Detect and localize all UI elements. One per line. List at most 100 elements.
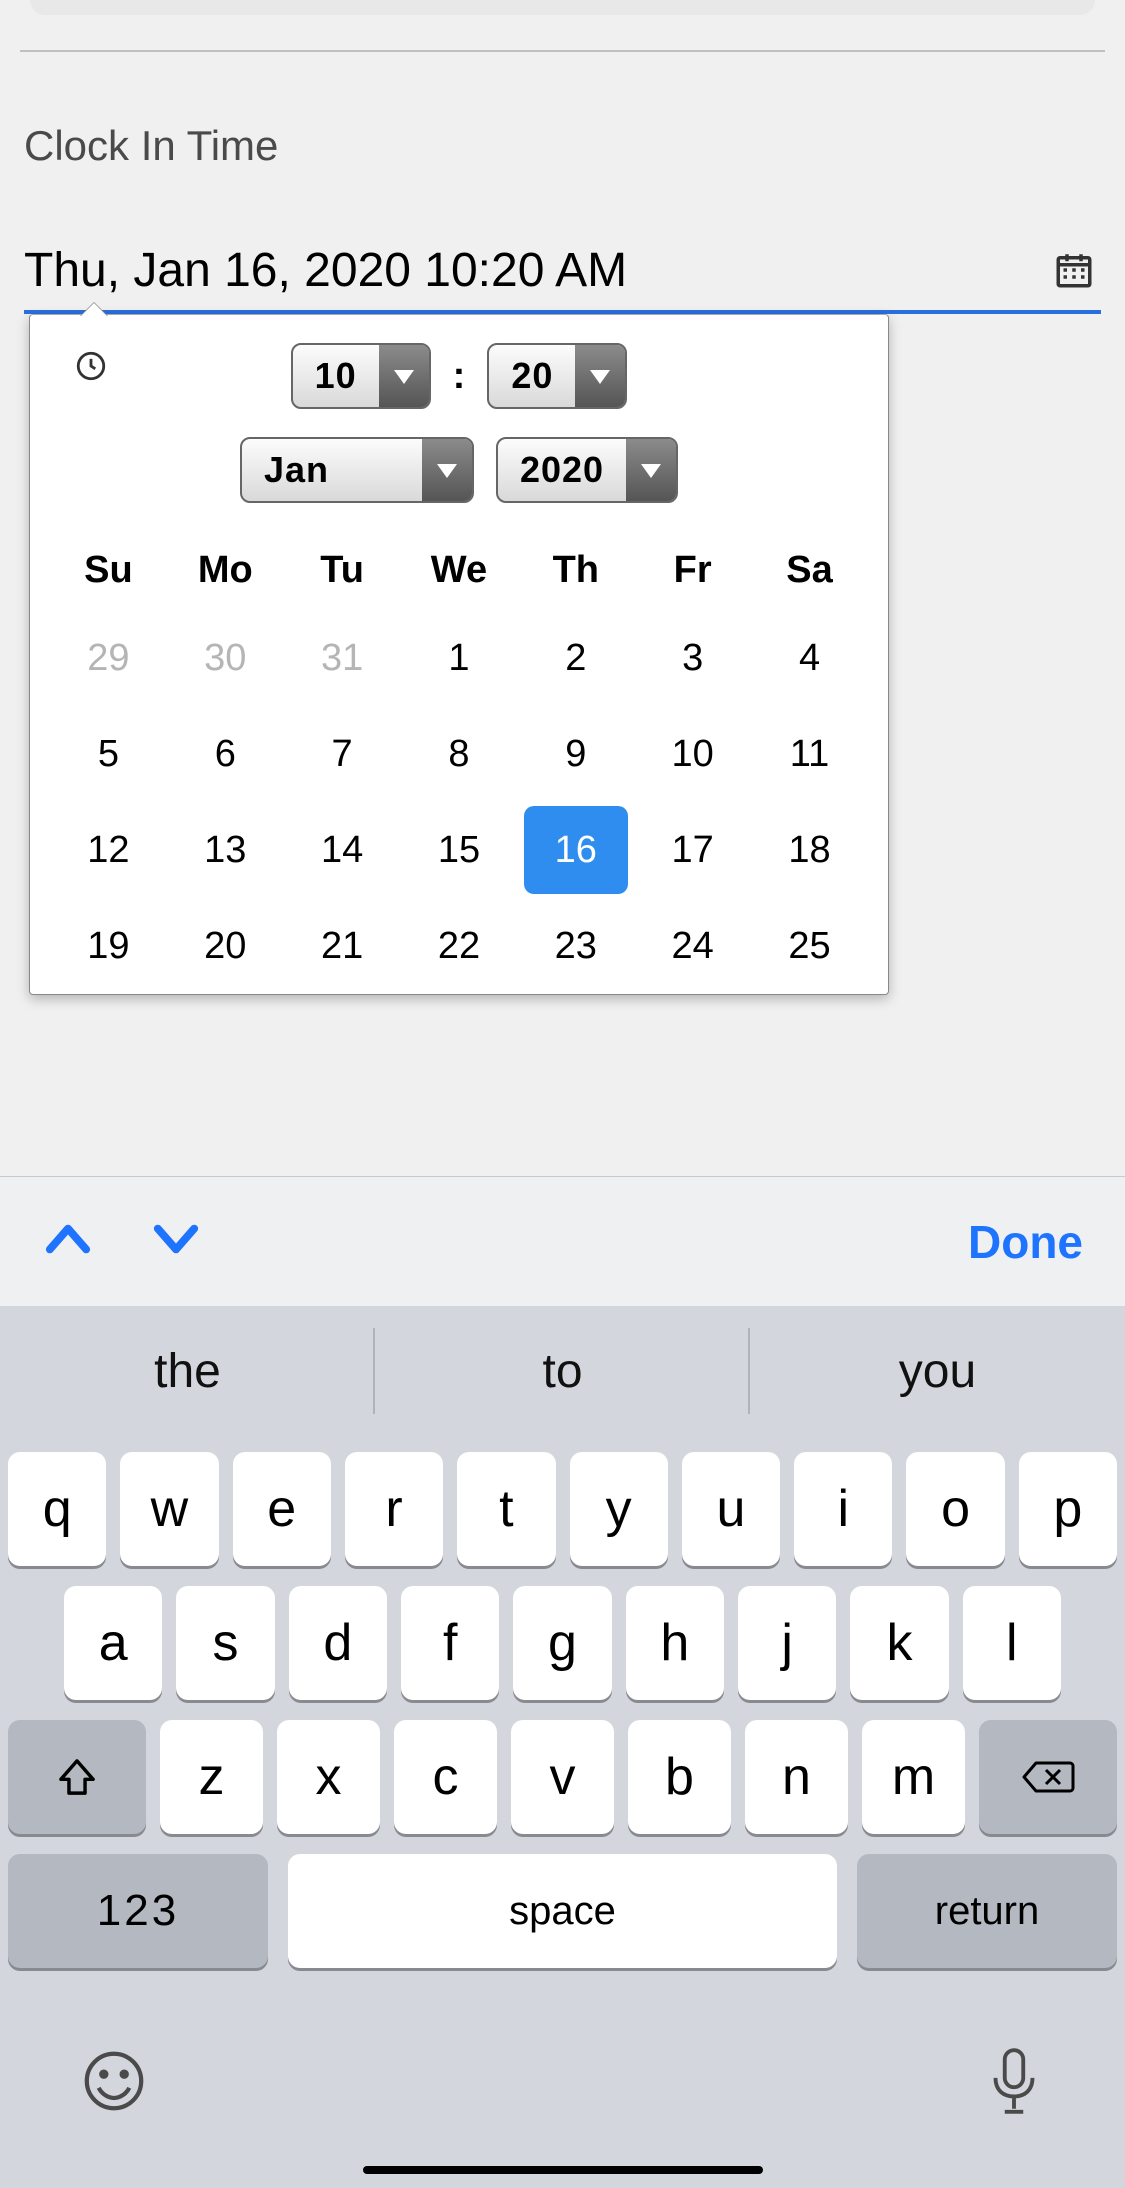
- time-colon: :: [453, 355, 466, 398]
- calendar-day[interactable]: 5: [50, 706, 167, 802]
- chevron-down-icon: [422, 439, 472, 501]
- hour-select[interactable]: 10: [291, 343, 431, 409]
- key-r[interactable]: r: [345, 1452, 443, 1566]
- key-a[interactable]: a: [64, 1586, 162, 1700]
- key-c[interactable]: c: [394, 1720, 497, 1834]
- clock-in-input[interactable]: [24, 230, 1053, 310]
- key-f[interactable]: f: [401, 1586, 499, 1700]
- top-card-stub: [30, 0, 1095, 15]
- month-select[interactable]: Jan: [240, 437, 474, 503]
- calendar-day[interactable]: 24: [634, 898, 751, 994]
- clock-in-field[interactable]: [24, 230, 1101, 314]
- key-n[interactable]: n: [745, 1720, 848, 1834]
- suggestion[interactable]: you: [750, 1306, 1125, 1436]
- next-field-button[interactable]: [150, 1213, 202, 1270]
- calendar-day[interactable]: 8: [401, 706, 518, 802]
- calendar-day[interactable]: 6: [167, 706, 284, 802]
- key-u[interactable]: u: [682, 1452, 780, 1566]
- weekday-header: We: [401, 531, 518, 610]
- suggestion[interactable]: the: [0, 1306, 375, 1436]
- keyboard-accessory: Done: [0, 1176, 1125, 1306]
- calendar-day[interactable]: 2: [517, 610, 634, 706]
- field-label: Clock In Time: [24, 122, 1101, 170]
- year-value: 2020: [498, 439, 626, 501]
- keyboard: qwertyuiop asdfghjkl zxcvbnm 123 space r…: [0, 1436, 1125, 2188]
- suggestion-bar: thetoyou: [0, 1306, 1125, 1436]
- key-p[interactable]: p: [1019, 1452, 1117, 1566]
- calendar-day[interactable]: 4: [751, 610, 868, 706]
- calendar-day[interactable]: 17: [634, 802, 751, 898]
- calendar-icon[interactable]: [1053, 249, 1095, 291]
- key-d[interactable]: d: [289, 1586, 387, 1700]
- key-v[interactable]: v: [511, 1720, 614, 1834]
- divider: [20, 50, 1105, 52]
- minute-select[interactable]: 20: [487, 343, 627, 409]
- key-o[interactable]: o: [906, 1452, 1004, 1566]
- chevron-down-icon: [575, 345, 625, 407]
- weekday-header: Sa: [751, 531, 868, 610]
- done-button[interactable]: Done: [968, 1215, 1083, 1269]
- dictation-key[interactable]: [983, 2044, 1045, 2123]
- calendar-day[interactable]: 16: [517, 802, 634, 898]
- year-select[interactable]: 2020: [496, 437, 678, 503]
- clock-icon: [74, 349, 108, 392]
- weekday-header: Tu: [284, 531, 401, 610]
- key-h[interactable]: h: [626, 1586, 724, 1700]
- key-q[interactable]: q: [8, 1452, 106, 1566]
- key-m[interactable]: m: [862, 1720, 965, 1834]
- calendar-day[interactable]: 1: [401, 610, 518, 706]
- month-value: Jan: [242, 439, 422, 501]
- calendar-day[interactable]: 30: [167, 610, 284, 706]
- calendar-day[interactable]: 3: [634, 610, 751, 706]
- weekday-header: Su: [50, 531, 167, 610]
- calendar-day[interactable]: 20: [167, 898, 284, 994]
- calendar-day[interactable]: 22: [401, 898, 518, 994]
- calendar-day[interactable]: 14: [284, 802, 401, 898]
- key-j[interactable]: j: [738, 1586, 836, 1700]
- key-w[interactable]: w: [120, 1452, 218, 1566]
- datetime-picker: 10 : 20 Jan 2020 SuMoTuWeThFrSa 29303112…: [29, 314, 889, 995]
- home-indicator[interactable]: [363, 2166, 763, 2174]
- key-e[interactable]: e: [233, 1452, 331, 1566]
- key-k[interactable]: k: [850, 1586, 948, 1700]
- calendar-day[interactable]: 15: [401, 802, 518, 898]
- weekday-header: Th: [517, 531, 634, 610]
- calendar-day[interactable]: 23: [517, 898, 634, 994]
- space-key[interactable]: space: [288, 1854, 837, 1968]
- prev-field-button[interactable]: [42, 1213, 94, 1270]
- key-l[interactable]: l: [963, 1586, 1061, 1700]
- calendar-day[interactable]: 31: [284, 610, 401, 706]
- numbers-key[interactable]: 123: [8, 1854, 268, 1968]
- calendar-day[interactable]: 11: [751, 706, 868, 802]
- key-x[interactable]: x: [277, 1720, 380, 1834]
- calendar-day[interactable]: 18: [751, 802, 868, 898]
- calendar-day[interactable]: 7: [284, 706, 401, 802]
- weekday-header: Fr: [634, 531, 751, 610]
- calendar-day[interactable]: 10: [634, 706, 751, 802]
- key-i[interactable]: i: [794, 1452, 892, 1566]
- key-t[interactable]: t: [457, 1452, 555, 1566]
- backspace-key[interactable]: [979, 1720, 1117, 1834]
- suggestion[interactable]: to: [375, 1306, 750, 1436]
- return-key[interactable]: return: [857, 1854, 1117, 1968]
- weekday-header: Mo: [167, 531, 284, 610]
- chevron-down-icon: [626, 439, 676, 501]
- calendar-day[interactable]: 9: [517, 706, 634, 802]
- calendar-day[interactable]: 25: [751, 898, 868, 994]
- calendar-day[interactable]: 13: [167, 802, 284, 898]
- shift-key[interactable]: [8, 1720, 146, 1834]
- calendar-day[interactable]: 12: [50, 802, 167, 898]
- calendar-grid: SuMoTuWeThFrSa 2930311234567891011121314…: [50, 531, 868, 994]
- calendar-day[interactable]: 21: [284, 898, 401, 994]
- key-b[interactable]: b: [628, 1720, 731, 1834]
- emoji-key[interactable]: [80, 2047, 148, 2120]
- calendar-day[interactable]: 19: [50, 898, 167, 994]
- minute-value: 20: [489, 345, 575, 407]
- chevron-down-icon: [379, 345, 429, 407]
- key-g[interactable]: g: [513, 1586, 611, 1700]
- key-y[interactable]: y: [570, 1452, 668, 1566]
- calendar-day[interactable]: 29: [50, 610, 167, 706]
- key-z[interactable]: z: [160, 1720, 263, 1834]
- key-s[interactable]: s: [176, 1586, 274, 1700]
- hour-value: 10: [293, 345, 379, 407]
